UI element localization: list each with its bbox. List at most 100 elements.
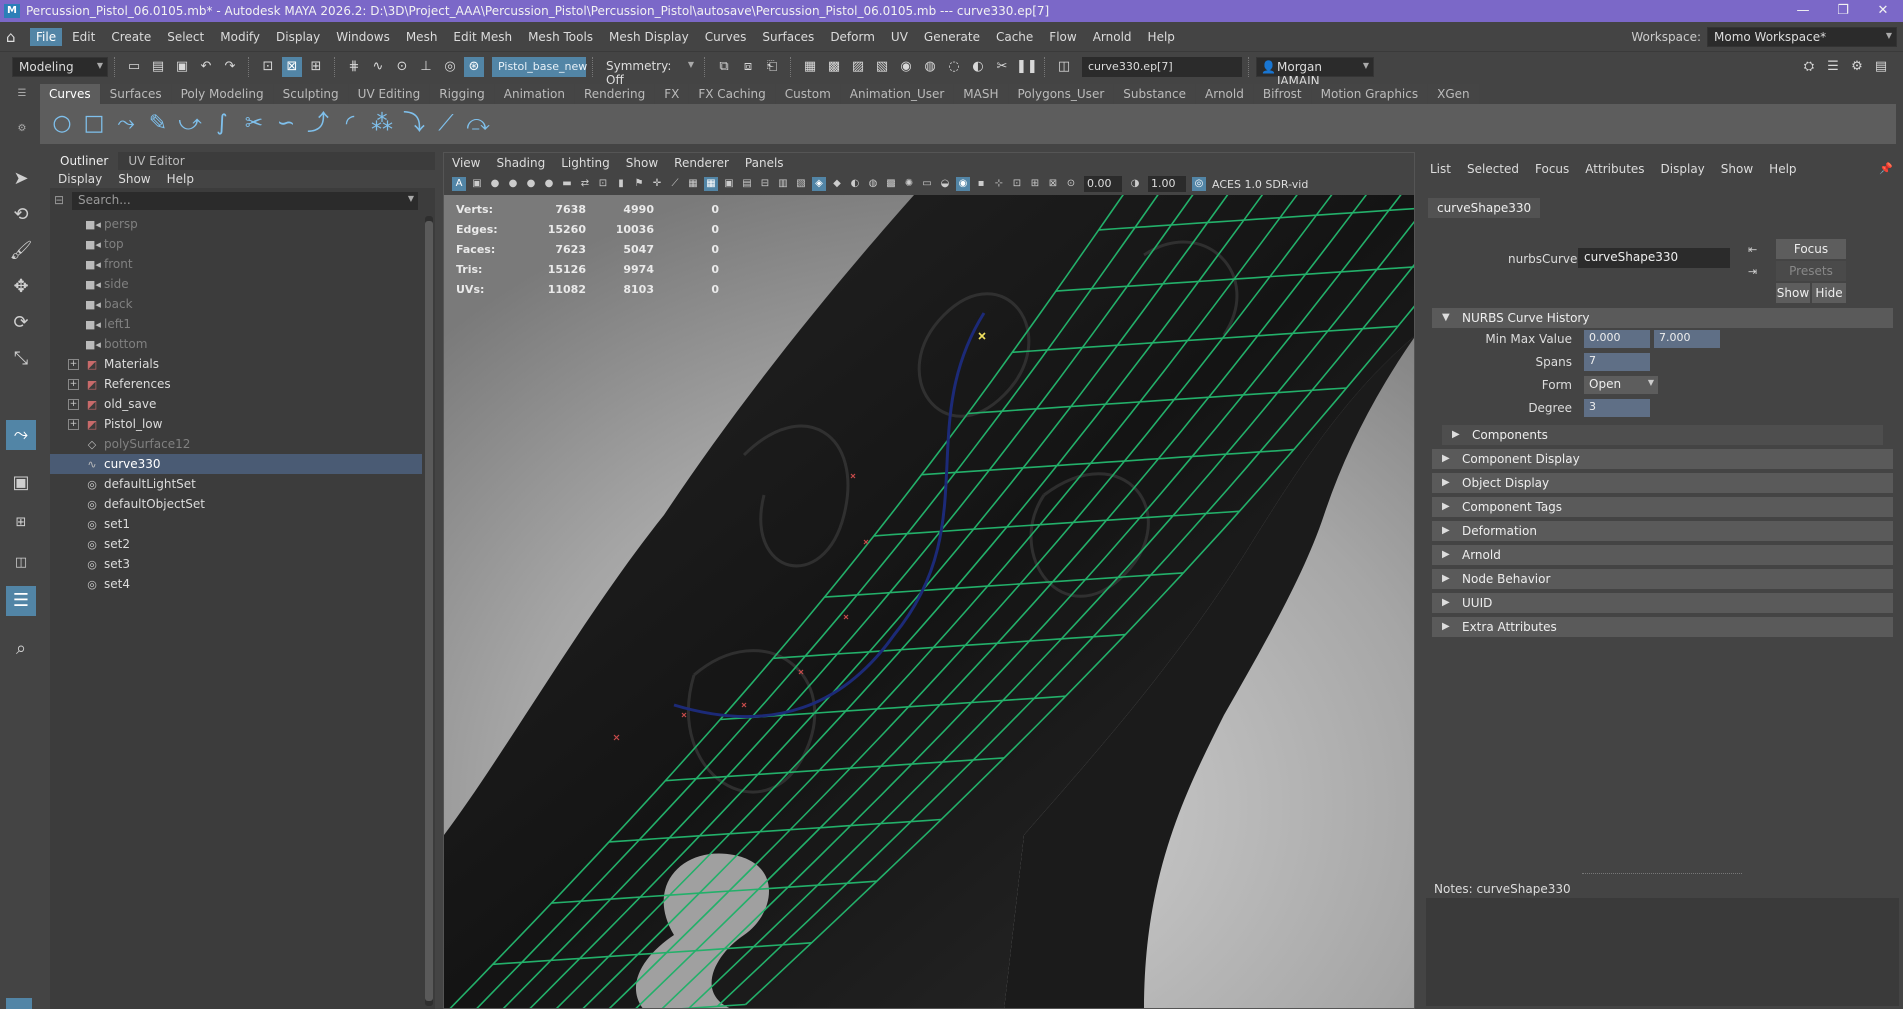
default-material-icon[interactable]: ⊟ — [758, 177, 772, 191]
menu-mesh-display[interactable]: Mesh Display — [603, 28, 695, 46]
pin-icon[interactable]: 📌 — [1879, 162, 1893, 175]
ep-curve-active-tool-icon[interactable]: ⤳ — [6, 420, 36, 450]
arc-tool-icon[interactable]: ◜ — [334, 108, 366, 140]
selection-field[interactable]: curve330.ep[7] — [1082, 57, 1242, 77]
snap-grid-icon[interactable]: ⋕ — [344, 57, 364, 77]
ae-menu-focus[interactable]: Focus — [1527, 160, 1577, 178]
menu-file[interactable]: File — [30, 27, 63, 46]
ae-menu-attributes[interactable]: Attributes — [1577, 160, 1652, 178]
paint-select-tool-icon[interactable]: 🖌 — [6, 236, 36, 266]
gamma-icon[interactable]: ◑ — [1128, 177, 1142, 191]
shelf-tab-surfaces[interactable]: Surfaces — [100, 84, 171, 104]
outliner-item-back[interactable]: ■◂ back — [50, 294, 422, 314]
outliner-scrollbar[interactable] — [425, 216, 433, 1006]
gate-mask-icon[interactable]: ⊡ — [596, 177, 610, 191]
menu-create[interactable]: Create — [105, 28, 157, 46]
uuid-section[interactable]: UUID — [1432, 593, 1893, 613]
shelf-tab-rigging[interactable]: Rigging — [430, 84, 494, 104]
menu-deform[interactable]: Deform — [824, 28, 881, 46]
ae-menu-selected[interactable]: Selected — [1459, 160, 1527, 178]
outliner-menu-help[interactable]: Help — [159, 170, 202, 188]
menuset-select[interactable]: Modeling — [12, 57, 108, 77]
outliner-item-side[interactable]: ■◂ side — [50, 274, 422, 294]
undo-icon[interactable]: ↶ — [196, 57, 216, 77]
menu-cache[interactable]: Cache — [990, 28, 1039, 46]
duplicate-surface-curve-icon[interactable]: ⁂ — [366, 108, 398, 140]
menu-surfaces[interactable]: Surfaces — [756, 28, 820, 46]
shelf-settings-icon[interactable]: ⚙ — [12, 123, 32, 134]
safe-action-icon[interactable]: ⚑ — [632, 177, 646, 191]
gamma-field[interactable]: 1.00 — [1148, 176, 1186, 192]
depth-of-field-icon[interactable]: ✺ — [902, 177, 916, 191]
arnold-ipr-icon[interactable]: ◌ — [944, 57, 964, 77]
shelf-scrollbar[interactable] — [1896, 104, 1900, 144]
outliner-item-curve330[interactable]: ∿ curve330 — [50, 454, 422, 474]
rotate-tool-icon[interactable]: ⟳ — [6, 308, 36, 338]
expand-icon[interactable]: + — [68, 398, 79, 410]
menu-uv[interactable]: UV — [885, 28, 914, 46]
minimize-button[interactable]: — — [1783, 0, 1823, 22]
outliner-search-input[interactable]: Search... — [72, 192, 418, 210]
render-view-icon[interactable]: ▦ — [800, 57, 820, 77]
input-connections-icon[interactable]: ⇤ — [1748, 243, 1764, 257]
menu-edit-mesh[interactable]: Edit Mesh — [447, 28, 518, 46]
pause-icon[interactable]: ❚❚ — [1016, 57, 1038, 77]
select-object-icon[interactable]: ⊠ — [282, 57, 302, 77]
components-section[interactable]: Components — [1442, 425, 1883, 445]
viewport-menu-lighting[interactable]: Lighting — [553, 154, 618, 172]
outliner-item-references[interactable]: + ◩ References — [50, 374, 422, 394]
object-display-section[interactable]: Object Display — [1432, 473, 1893, 493]
grease-pencil-icon[interactable]: ● — [542, 177, 556, 191]
film-gate-icon[interactable]: ▬ — [560, 177, 574, 191]
shelf-tab-sculpting[interactable]: Sculpting — [273, 84, 348, 104]
expand-icon[interactable]: + — [68, 358, 79, 370]
render-frame-icon[interactable]: ▩ — [824, 57, 844, 77]
shelf-tab-animation-user[interactable]: Animation_User — [840, 84, 954, 104]
render-settings-icon[interactable]: ▧ — [872, 57, 892, 77]
cut-curve-icon[interactable]: ✂ — [238, 108, 270, 140]
snap-curve-icon[interactable]: ∿ — [368, 57, 388, 77]
xray-joints-icon[interactable]: ▭ — [920, 177, 934, 191]
nurbs-curve-history-section[interactable]: NURBS Curve History — [1432, 308, 1893, 328]
outliner-item-defaultlightset[interactable]: ◎ defaultLightSet — [50, 474, 422, 494]
tools-icon[interactable]: ✂ — [992, 57, 1012, 77]
redo-icon[interactable]: ↷ — [220, 57, 240, 77]
shelf-tab-xgen[interactable]: XGen — [1428, 84, 1479, 104]
shelf-tab-substance[interactable]: Substance — [1114, 84, 1196, 104]
viewport-menu-show[interactable]: Show — [618, 154, 666, 172]
shelf-tab-mash[interactable]: MASH — [954, 84, 1008, 104]
wireframe-icon[interactable]: ▣ — [722, 177, 736, 191]
bookmarks-icon[interactable]: ● — [488, 177, 502, 191]
shelf-tab-arnold[interactable]: Arnold — [1196, 84, 1253, 104]
spans-field[interactable]: 7 — [1584, 353, 1650, 371]
tab-outliner[interactable]: Outliner — [50, 152, 119, 170]
open-scene-icon[interactable]: ▤ — [148, 57, 168, 77]
xray-active-icon[interactable]: ◉ — [956, 177, 970, 191]
tab-curveshape330[interactable]: curveShape330 — [1428, 198, 1541, 218]
input-ops-icon[interactable]: ⧈ — [738, 57, 758, 77]
snap-live-icon[interactable]: ⊛ — [464, 57, 484, 77]
menu-help[interactable]: Help — [1142, 28, 1181, 46]
frame-all-icon[interactable]: ⊞ — [1028, 177, 1042, 191]
single-perspective-layout-icon[interactable]: ▣ — [6, 468, 36, 498]
menu-modify[interactable]: Modify — [214, 28, 266, 46]
history-icon[interactable]: ⧉ — [714, 57, 734, 77]
shelf-tab-rendering[interactable]: Rendering — [574, 84, 655, 104]
bezier-tool-icon[interactable]: ∽ — [270, 108, 302, 140]
ae-menu-display[interactable]: Display — [1653, 160, 1713, 178]
outliner-item-front[interactable]: ■◂ front — [50, 254, 422, 274]
resolution-gate-icon[interactable]: ⇄ — [578, 177, 592, 191]
snap-view-icon[interactable]: ⊥ — [416, 57, 436, 77]
component-tags-section[interactable]: Component Tags — [1432, 497, 1893, 517]
viewport-menu-renderer[interactable]: Renderer — [666, 154, 737, 172]
close-button[interactable]: ✕ — [1863, 0, 1903, 22]
save-scene-icon[interactable]: ▣ — [172, 57, 192, 77]
outliner-item-left1[interactable]: ■◂ left1 — [50, 314, 422, 334]
shelf-tab-curves[interactable]: Curves — [40, 84, 100, 104]
restore-button[interactable]: ❐ — [1823, 0, 1863, 22]
extra-attributes-section[interactable]: Extra Attributes — [1432, 617, 1893, 637]
outliner-item-defaultobjectset[interactable]: ◎ defaultObjectSet — [50, 494, 422, 514]
search-icon[interactable]: ⌕ — [6, 634, 36, 664]
expand-icon[interactable]: + — [68, 378, 79, 390]
image-plane-icon[interactable]: ● — [506, 177, 520, 191]
